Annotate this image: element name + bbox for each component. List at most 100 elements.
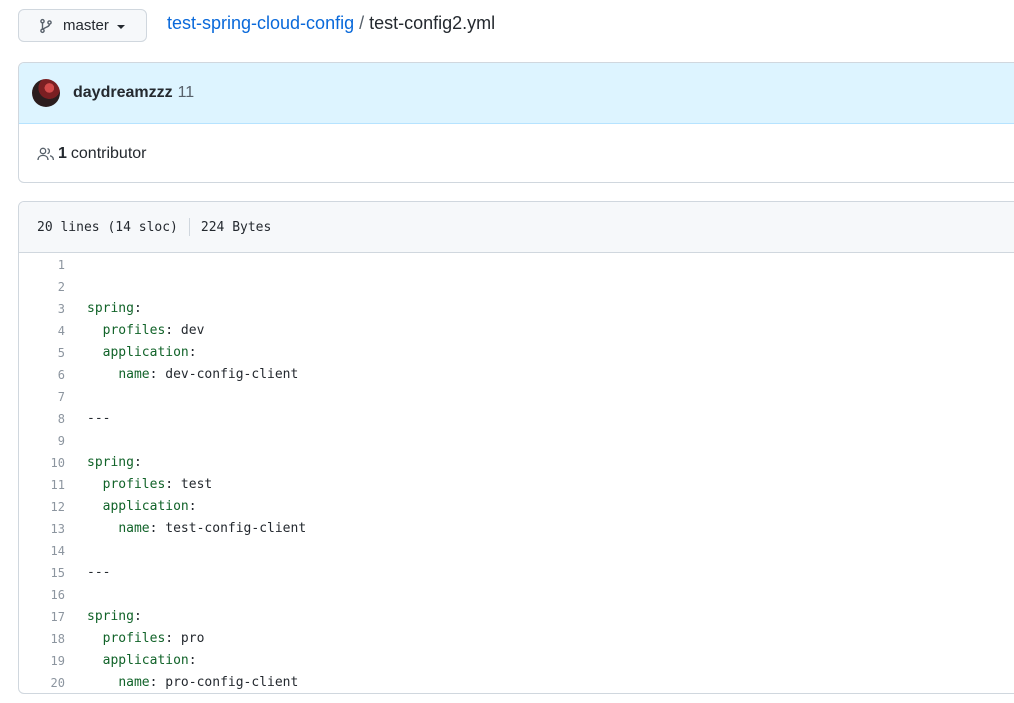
yaml-key: application <box>102 653 189 668</box>
file-line-count: 20 lines (14 sloc) <box>37 219 178 235</box>
line-number[interactable]: 17 <box>19 606 65 628</box>
contributors-count: 1 <box>58 144 67 162</box>
line-content: profiles: pro <box>65 628 205 650</box>
line-content: application: <box>65 650 197 672</box>
line-number[interactable]: 7 <box>19 386 65 408</box>
latest-commit-box: daydreamzzz 11 1 contributor <box>18 62 1014 183</box>
commit-message-link[interactable]: 11 <box>178 84 195 102</box>
yaml-value: dev-config-client <box>157 367 299 382</box>
yaml-key: application <box>102 499 189 514</box>
line-content: spring: <box>65 298 142 320</box>
code-line: 17 spring: <box>19 606 1014 628</box>
code-line: 19 application: <box>19 650 1014 672</box>
line-content: profiles: dev <box>65 320 205 342</box>
branch-label: master <box>63 17 109 34</box>
yaml-key: spring <box>87 609 134 624</box>
line-content <box>65 276 87 298</box>
line-number[interactable]: 8 <box>19 408 65 430</box>
line-number[interactable]: 9 <box>19 430 65 452</box>
line-content <box>65 584 87 606</box>
breadcrumb: test-spring-cloud-config / test-config2.ym… <box>167 12 495 34</box>
code-line: 11 profiles: test <box>19 474 1014 496</box>
line-content <box>65 254 87 276</box>
contributors-row[interactable]: 1 contributor <box>19 124 1014 182</box>
code-line: 6 name: dev-config-client <box>19 364 1014 386</box>
yaml-value: --- <box>87 565 111 580</box>
line-number[interactable]: 6 <box>19 364 65 386</box>
line-number[interactable]: 10 <box>19 452 65 474</box>
yaml-key: application <box>102 345 189 360</box>
yaml-key: profiles <box>102 631 166 646</box>
breadcrumb-repo-link[interactable]: test-spring-cloud-config <box>167 13 354 33</box>
code-line: 16 <box>19 584 1014 606</box>
breadcrumb-separator: / <box>359 13 365 33</box>
avatar[interactable] <box>32 79 60 107</box>
line-number[interactable]: 1 <box>19 254 65 276</box>
code-line: 4 profiles: dev <box>19 320 1014 342</box>
commit-author-link[interactable]: daydreamzzz <box>73 84 173 102</box>
line-number[interactable]: 11 <box>19 474 65 496</box>
line-content: application: <box>65 342 197 364</box>
line-content: application: <box>65 496 197 518</box>
line-content: name: pro-config-client <box>65 672 299 693</box>
line-content: name: test-config-client <box>65 518 306 540</box>
yaml-key: name <box>118 367 150 382</box>
line-number[interactable]: 5 <box>19 342 65 364</box>
yaml-colon: : <box>133 301 142 316</box>
code-line: 10 spring: <box>19 452 1014 474</box>
code-line: 14 <box>19 540 1014 562</box>
line-content <box>65 430 87 452</box>
yaml-colon: : <box>165 477 174 492</box>
yaml-value: test <box>173 477 213 492</box>
line-number[interactable]: 13 <box>19 518 65 540</box>
yaml-colon: : <box>188 345 197 360</box>
line-number[interactable]: 16 <box>19 584 65 606</box>
line-number[interactable]: 12 <box>19 496 65 518</box>
line-number[interactable]: 3 <box>19 298 65 320</box>
file-info-divider <box>188 218 190 236</box>
yaml-key: name <box>118 675 150 690</box>
code-line: 9 <box>19 430 1014 452</box>
code-line: 18 profiles: pro <box>19 628 1014 650</box>
yaml-value: test-config-client <box>157 521 307 536</box>
caret-down-icon <box>116 24 125 29</box>
commit-header: daydreamzzz 11 <box>19 63 1014 124</box>
yaml-key: profiles <box>102 323 166 338</box>
code-line: 2 <box>19 276 1014 298</box>
line-content: profiles: test <box>65 474 213 496</box>
people-icon <box>37 146 55 162</box>
line-content <box>65 540 87 562</box>
yaml-key: spring <box>87 455 134 470</box>
line-number[interactable]: 4 <box>19 320 65 342</box>
code-line: 5 application: <box>19 342 1014 364</box>
line-number[interactable]: 19 <box>19 650 65 672</box>
line-number[interactable]: 18 <box>19 628 65 650</box>
file-viewer: 20 lines (14 sloc) 224 Bytes 1 2 3 spring: 4… <box>18 201 1014 694</box>
branch-select-button[interactable]: master <box>18 9 147 42</box>
code-line: 8 --- <box>19 408 1014 430</box>
line-number[interactable]: 14 <box>19 540 65 562</box>
yaml-value: dev <box>173 323 205 338</box>
yaml-key: name <box>118 521 150 536</box>
yaml-colon: : <box>188 499 197 514</box>
code-line: 15 --- <box>19 562 1014 584</box>
line-number[interactable]: 20 <box>19 672 65 693</box>
line-content: spring: <box>65 452 142 474</box>
file-size: 224 Bytes <box>200 219 272 235</box>
yaml-value: --- <box>87 411 111 426</box>
code-line: 13 name: test-config-client <box>19 518 1014 540</box>
yaml-value: pro-config-client <box>157 675 299 690</box>
contributors-label: contributor <box>70 144 147 162</box>
code-line: 7 <box>19 386 1014 408</box>
line-number[interactable]: 2 <box>19 276 65 298</box>
line-number[interactable]: 15 <box>19 562 65 584</box>
